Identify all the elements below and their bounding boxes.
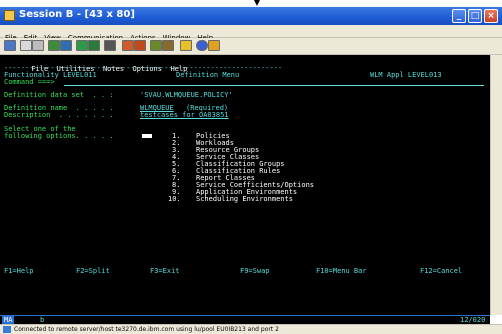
definition-dataset-value: 'SVAU.WLMQUEUE.POLICY' [140,91,233,99]
description-field[interactable]: testcases for OA03851 [140,111,229,119]
record-icon[interactable] [180,40,192,51]
command-label: Command ===> [4,78,55,86]
command-input[interactable] [64,85,484,86]
fkey-swap[interactable]: F9=Swap [240,267,270,275]
pencil-icon[interactable] [208,40,220,51]
color-icon[interactable] [150,40,162,51]
fkey-split[interactable]: F2=Split [76,267,110,275]
vertical-scrollbar[interactable] [490,55,502,315]
terminal-screen[interactable]: File Utilities Notes Options Help ------… [0,55,490,315]
minimize-button[interactable]: _ [452,9,466,23]
print-icon[interactable] [104,40,116,51]
title-bar[interactable]: Session B - [43 x 80] _ □ × [0,7,502,25]
receive-icon[interactable] [60,40,72,51]
option-scheduling-environments[interactable]: Scheduling Environments [196,195,293,203]
cut-icon[interactable] [32,40,44,51]
map-icon[interactable] [88,40,100,51]
oia-cursor-position: 12/020 [460,316,486,324]
globe-icon[interactable] [196,40,208,51]
connection-icon [3,326,11,333]
select-prompt-line2: following options. . . . . [4,132,114,140]
fkey-help[interactable]: F1=Help [4,267,34,275]
find-icon[interactable] [122,40,134,51]
header-appl-level: WLM Appl LEVEL013 [370,71,442,79]
terminal-emulator-window: Session B - [43 x 80] _ □ × FileEditView… [0,7,502,334]
menu-bar: FileEditViewCommunicationActionsWindowHe… [0,25,502,42]
fkey-exit[interactable]: F3=Exit [150,267,180,275]
definition-dataset-label: Definition data set . . : [4,91,114,99]
option-input-cursor[interactable] [142,134,152,138]
fkey-cancel[interactable]: F12=Cancel [420,267,462,275]
help-icon[interactable] [134,40,146,51]
fkey-menu-bar[interactable]: F10=Menu Bar [316,267,367,275]
option-number: 10. [168,195,181,203]
panel-title: Definition Menu [176,71,240,79]
description-label: Description . . . . . . . [4,111,114,119]
send-icon[interactable] [48,40,60,51]
macro-icon[interactable] [162,40,174,51]
display-icon[interactable] [76,40,88,51]
pointer-arrow-icon [254,0,260,6]
close-button[interactable]: × [484,9,498,23]
maximize-button[interactable]: □ [468,9,482,23]
oia-mode: MA [2,316,15,324]
toolbar [0,38,502,55]
window-title: Session B - [43 x 80] [19,9,135,20]
session-app-icon[interactable] [4,10,15,21]
copy-icon[interactable] [4,40,16,51]
oia-session: b [40,316,45,324]
paste-icon[interactable] [20,40,32,51]
